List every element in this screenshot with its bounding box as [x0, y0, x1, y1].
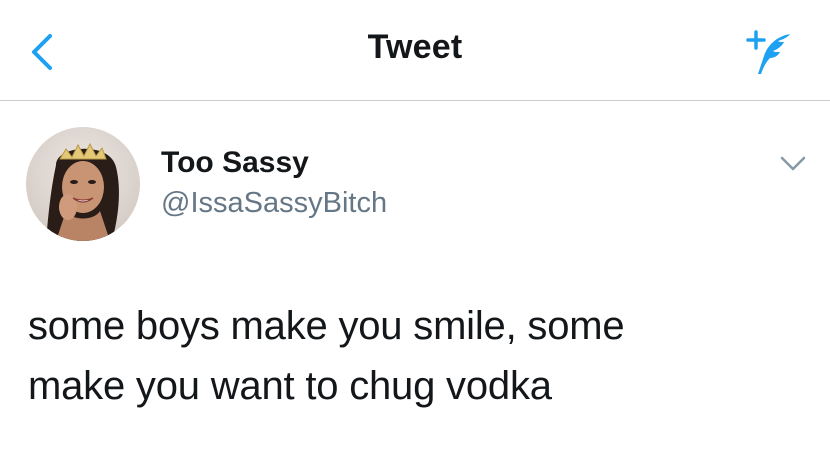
navigation-bar: Tweet: [0, 0, 830, 101]
compose-tweet-icon: [746, 30, 790, 74]
page-title: Tweet: [367, 28, 463, 66]
tweet-options-button[interactable]: [776, 149, 810, 179]
tweet-detail-screen: Tweet Too Sassy @IssaSassyBitch some boy…: [0, 0, 830, 451]
tweet-author-header: Too Sassy @IssaSassyBitch: [0, 101, 830, 251]
profile-photo: [26, 127, 140, 241]
tweet-text: some boys make you smile, some make you …: [28, 296, 808, 416]
compose-tweet-button[interactable]: [738, 24, 802, 80]
avatar[interactable]: [26, 127, 140, 241]
author-display-name[interactable]: Too Sassy: [161, 146, 309, 180]
tweet-text-line: make you want to chug vodka: [28, 364, 552, 408]
chevron-down-icon: [780, 156, 806, 171]
author-handle[interactable]: @IssaSassyBitch: [161, 187, 387, 220]
tweet-text-line: some boys make you smile, some: [28, 304, 625, 348]
